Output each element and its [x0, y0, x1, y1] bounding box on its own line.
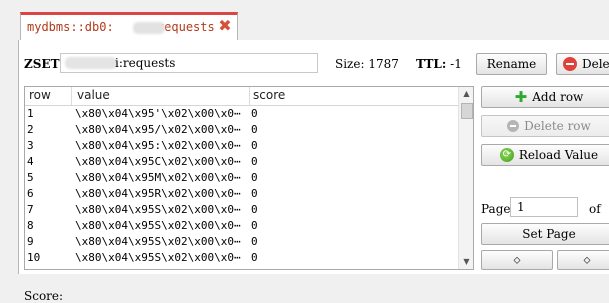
key-ttl: TTL: -1 [416, 57, 462, 71]
delete-row-button-label: Delete row [524, 119, 591, 133]
table-row[interactable]: 2 \x80\x04\x95/\x02\x00\x0⋯ 0 [25, 122, 458, 138]
cell-score: 0 [251, 219, 258, 232]
cell-row: 4 [27, 155, 34, 168]
table-header: row value score [25, 87, 458, 106]
cell-row: 1 [27, 107, 34, 120]
table-row[interactable]: 1 \x80\x04\x95'\x02\x00\x0⋯ 0 [25, 106, 458, 122]
ttl-value: -1 [450, 57, 462, 71]
cell-value: \x80\x04\x95M\x02\x00\x0⋯ [75, 171, 241, 184]
cell-value: \x80\x04\x95S\x02\x00\x0⋯ [75, 251, 241, 264]
cell-score: 0 [251, 266, 258, 269]
cell-value: \x80\x04\x95S\x02\x00\x0⋯ [75, 203, 241, 216]
redacted-region [133, 22, 165, 34]
column-divider[interactable] [249, 87, 250, 105]
table-row[interactable]: 4 \x80\x04\x95C\x02\x00\x0⋯ 0 [25, 154, 458, 170]
table-row[interactable]: 10 \x80\x04\x95S\x02\x00\x0⋯ 0 [25, 250, 458, 266]
delete-key-button-label: Delete [582, 57, 609, 71]
add-row-button-label: Add row [532, 90, 584, 104]
close-icon[interactable]: ✖ [217, 18, 233, 34]
scrollbar-thumb[interactable] [461, 103, 473, 119]
tab-key-requests[interactable]: mydbms::db0::requests ✖ [20, 12, 238, 40]
cell-row: 7 [27, 203, 34, 216]
column-header-row[interactable]: row [29, 88, 51, 102]
cell-value: \x80\x04\x95C\x02\x00\x0⋯ [75, 155, 241, 168]
cell-row: 2 [27, 123, 34, 136]
page-label: Page [481, 202, 511, 216]
values-table[interactable]: row value score 1 \x80\x04\x95'\x02\x00\x… [24, 86, 474, 270]
cell-score: 0 [251, 107, 258, 120]
cell-value: \x80\x04\x95/\x02\x00\x0⋯ [75, 123, 241, 136]
cell-value: \x80\x04\x95:\x02\x00\x0⋯ [75, 139, 241, 152]
cell-row: 9 [27, 235, 34, 248]
table-row[interactable]: 9 \x80\x04\x95S\x02\x00\x0⋯ 0 [25, 234, 458, 250]
cell-row: 11 [27, 266, 40, 269]
minus-icon [507, 120, 520, 132]
table-row[interactable]: 5 \x80\x04\x95M\x02\x00\x0⋯ 0 [25, 170, 458, 186]
cell-value: \x80\x04\x95R\x02\x00\x0⋯ [75, 187, 241, 200]
cell-row: 5 [27, 171, 34, 184]
cell-score: 0 [251, 203, 258, 216]
cell-value: \x80\x04\x95S\x02\x00\x0⋯ [75, 219, 241, 232]
table-row[interactable]: 11 \x80\x04\x95S\x02\x00\x0⋯ 0 [25, 266, 458, 269]
set-page-button-label: Set Page [522, 227, 576, 241]
tab-title: mydbms::db0::requests [27, 20, 215, 34]
previous-page-icon: ⬦ [513, 254, 521, 266]
previous-page-button[interactable]: ⬦ [481, 250, 553, 270]
key-name-field[interactable]: i:requests [60, 53, 318, 73]
score-bar [18, 274, 609, 302]
column-divider[interactable] [71, 87, 72, 105]
cell-score: 0 [251, 251, 258, 264]
cell-value: \x80\x04\x95S\x02\x00\x0⋯ [75, 266, 241, 269]
plus-icon: ✚ [514, 88, 528, 106]
reload-value-button[interactable]: ⟳ Reload Value [481, 144, 609, 166]
cell-row: 3 [27, 139, 34, 152]
table-vertical-scrollbar[interactable]: ▲ ▼ [458, 87, 473, 269]
window-top-strip [0, 0, 609, 10]
table-row[interactable]: 7 \x80\x04\x95S\x02\x00\x0⋯ 0 [25, 202, 458, 218]
reload-value-button-label: Reload Value [518, 148, 599, 162]
score-label: Score: [24, 289, 64, 303]
table-row[interactable]: 3 \x80\x04\x95:\x02\x00\x0⋯ 0 [25, 138, 458, 154]
scroll-down-arrow[interactable]: ▼ [459, 255, 473, 269]
column-header-score[interactable]: score [253, 88, 285, 102]
cell-row: 10 [27, 251, 41, 264]
cell-row: 8 [27, 219, 34, 232]
rename-button-label: Rename [486, 57, 537, 71]
redacted-region [65, 57, 117, 69]
delete-icon [563, 57, 577, 71]
add-row-button[interactable]: ✚ Add row [481, 86, 609, 108]
set-page-button[interactable]: Set Page [481, 223, 609, 245]
cell-score: 0 [251, 155, 258, 168]
cell-score: 0 [251, 235, 258, 248]
cell-value: \x80\x04\x95'\x02\x00\x0⋯ [75, 107, 241, 120]
cell-score: 0 [251, 187, 258, 200]
table-row[interactable]: 8 \x80\x04\x95S\x02\x00\x0⋯ 0 [25, 218, 458, 234]
next-page-button[interactable]: ⬦ [557, 250, 609, 270]
page-number-input[interactable] [510, 197, 578, 217]
cell-row: 6 [27, 187, 34, 200]
key-name-value: i:requests [115, 56, 176, 70]
key-type-label: ZSET: [24, 57, 64, 71]
key-size: Size: 1787 [335, 57, 399, 71]
page-of-label: of [589, 202, 601, 216]
next-page-icon: ⬦ [583, 254, 591, 266]
cell-score: 0 [251, 123, 258, 136]
cell-score: 0 [251, 139, 258, 152]
rename-button[interactable]: Rename [476, 53, 547, 75]
ttl-label: TTL: [416, 57, 447, 71]
column-header-value[interactable]: value [77, 88, 110, 102]
reload-icon: ⟳ [499, 148, 514, 162]
delete-row-button[interactable]: Delete row [481, 115, 609, 137]
scroll-up-arrow[interactable]: ▲ [459, 87, 473, 101]
cell-score: 0 [251, 171, 258, 184]
delete-key-button[interactable]: Delete [556, 53, 609, 75]
cell-value: \x80\x04\x95S\x02\x00\x0⋯ [75, 235, 241, 248]
table-row[interactable]: 6 \x80\x04\x95R\x02\x00\x0⋯ 0 [25, 186, 458, 202]
